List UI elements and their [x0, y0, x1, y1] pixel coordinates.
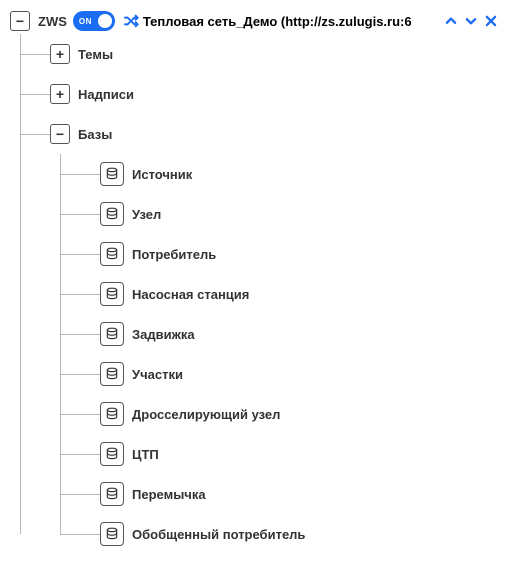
database-icon: [100, 442, 124, 466]
db-node-label[interactable]: Узел: [132, 207, 161, 222]
node-label[interactable]: Надписи: [78, 87, 134, 102]
db-node[interactable]: Потребитель: [100, 234, 498, 274]
db-node-label[interactable]: Участки: [132, 367, 183, 382]
database-icon: [100, 402, 124, 426]
shuffle-icon[interactable]: [123, 13, 139, 29]
close-icon[interactable]: [484, 14, 498, 28]
root-label[interactable]: ZWS: [38, 14, 67, 29]
root-node[interactable]: − ZWS ON Тепловая сеть_Демо (http://zs.z…: [10, 8, 498, 34]
node-label[interactable]: Базы: [78, 127, 112, 142]
visibility-toggle[interactable]: ON: [73, 11, 115, 31]
node-label[interactable]: Темы: [78, 47, 113, 62]
db-node-label[interactable]: Потребитель: [132, 247, 216, 262]
move-down-icon[interactable]: [464, 14, 478, 28]
db-node[interactable]: Перемычка: [100, 474, 498, 514]
database-icon: [100, 522, 124, 546]
expander-themes[interactable]: +: [50, 44, 70, 64]
db-node-label[interactable]: Дросселирующий узел: [132, 407, 280, 422]
database-icon: [100, 282, 124, 306]
db-node[interactable]: Насосная станция: [100, 274, 498, 314]
database-icon: [100, 242, 124, 266]
database-icon: [100, 322, 124, 346]
database-icon: [100, 482, 124, 506]
server-title[interactable]: Тепловая сеть_Демо (http://zs.zulugis.ru…: [143, 14, 440, 29]
move-up-icon[interactable]: [444, 14, 458, 28]
db-node-label[interactable]: ЦТП: [132, 447, 159, 462]
root-children: + Темы + Надписи − Базы Источник: [10, 34, 498, 554]
db-node-label[interactable]: Обобщенный потребитель: [132, 527, 305, 542]
db-node[interactable]: Обобщенный потребитель: [100, 514, 498, 554]
db-node-label[interactable]: Насосная станция: [132, 287, 249, 302]
header-actions: [444, 14, 498, 28]
bases-children: Источник Узел Потребитель Насосная станц…: [50, 154, 498, 554]
tree-node-labels[interactable]: + Надписи: [50, 74, 498, 114]
database-icon: [100, 202, 124, 226]
db-node[interactable]: Узел: [100, 194, 498, 234]
tree-node-themes[interactable]: + Темы: [50, 34, 498, 74]
layer-tree: − ZWS ON Тепловая сеть_Демо (http://zs.z…: [10, 8, 498, 554]
db-node[interactable]: Участки: [100, 354, 498, 394]
database-icon: [100, 362, 124, 386]
root-expander[interactable]: −: [10, 11, 30, 31]
expander-labels[interactable]: +: [50, 84, 70, 104]
tree-node-bases[interactable]: − Базы: [50, 114, 498, 154]
database-icon: [100, 162, 124, 186]
db-node[interactable]: ЦТП: [100, 434, 498, 474]
db-node-label[interactable]: Источник: [132, 167, 192, 182]
db-node-label[interactable]: Задвижка: [132, 327, 195, 342]
expander-bases[interactable]: −: [50, 124, 70, 144]
db-node[interactable]: Источник: [100, 154, 498, 194]
db-node[interactable]: Задвижка: [100, 314, 498, 354]
db-node-label[interactable]: Перемычка: [132, 487, 206, 502]
db-node[interactable]: Дросселирующий узел: [100, 394, 498, 434]
